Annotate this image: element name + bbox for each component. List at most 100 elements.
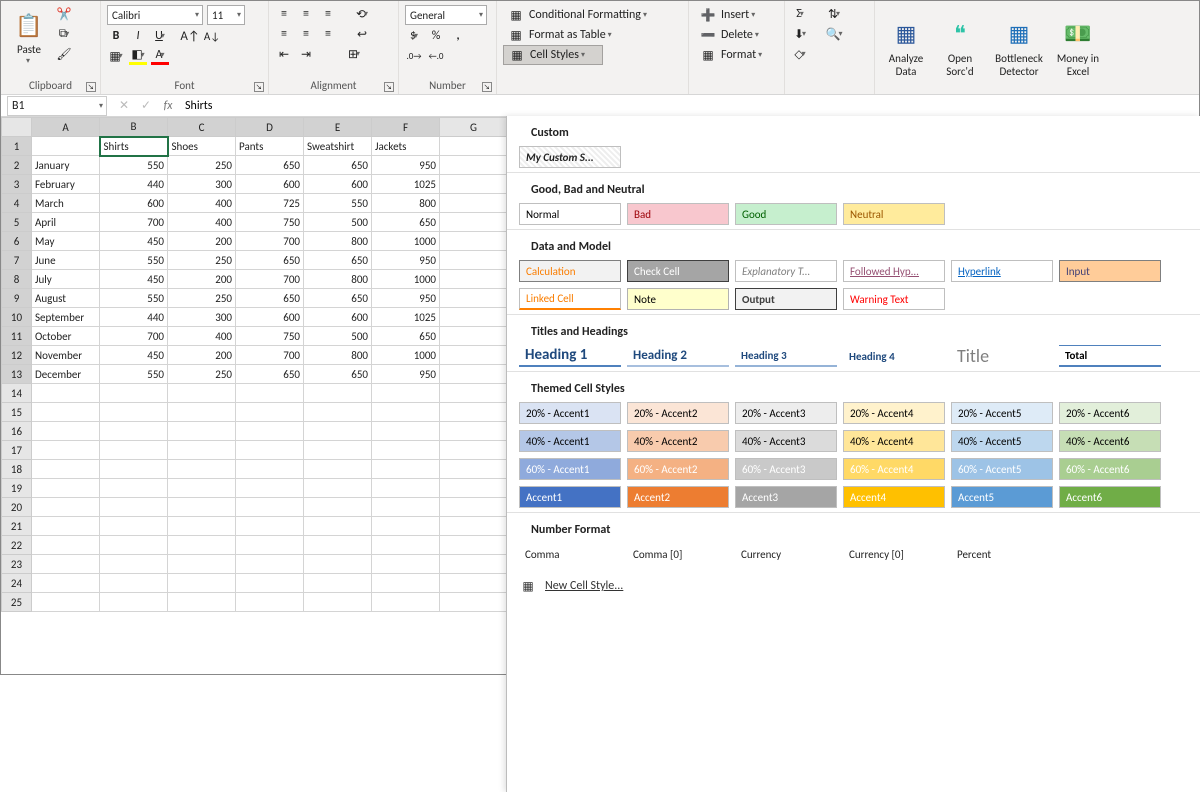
cell[interactable]: [372, 498, 440, 517]
cell[interactable]: [168, 574, 236, 593]
cell[interactable]: [32, 422, 100, 441]
cell[interactable]: 600: [100, 194, 168, 213]
col-header-D[interactable]: D: [236, 118, 304, 137]
col-header-C[interactable]: C: [168, 118, 236, 137]
style-20pct-accent1[interactable]: 20% - Accent1: [519, 402, 621, 424]
style-hyperlink[interactable]: Hyperlink: [951, 260, 1053, 282]
style-60pct-accent2[interactable]: 60% - Accent2: [627, 458, 729, 480]
cell[interactable]: 400: [168, 213, 236, 232]
cell[interactable]: 440: [100, 175, 168, 194]
cell[interactable]: 550: [100, 156, 168, 175]
cell[interactable]: [440, 270, 508, 289]
comma-format-icon[interactable]: ,: [449, 27, 467, 45]
row-header-20[interactable]: 20: [2, 498, 32, 517]
cell[interactable]: July: [32, 270, 100, 289]
style-20pct-accent4[interactable]: 20% - Accent4: [843, 402, 945, 424]
align-left-icon[interactable]: ≡: [275, 25, 293, 43]
style-total[interactable]: Total: [1059, 345, 1161, 367]
cell[interactable]: 600: [304, 308, 372, 327]
cell[interactable]: [236, 555, 304, 574]
cell[interactable]: [372, 479, 440, 498]
font-color-button[interactable]: A▾: [151, 47, 169, 65]
cell[interactable]: [304, 498, 372, 517]
cell[interactable]: [100, 479, 168, 498]
fx-icon[interactable]: fx: [157, 99, 179, 113]
cell[interactable]: August: [32, 289, 100, 308]
cell[interactable]: 300: [168, 175, 236, 194]
row-header-5[interactable]: 5: [2, 213, 32, 232]
cell[interactable]: [32, 460, 100, 479]
cell[interactable]: [372, 422, 440, 441]
cell[interactable]: [440, 517, 508, 536]
bottleneck-button[interactable]: ▦Bottleneck Detector: [989, 14, 1049, 82]
style-explanatory-t-[interactable]: Explanatory T...: [735, 260, 837, 282]
cell[interactable]: [304, 593, 372, 612]
cell[interactable]: 950: [372, 156, 440, 175]
cell[interactable]: [236, 441, 304, 460]
style-40pct-accent3[interactable]: 40% - Accent3: [735, 430, 837, 452]
cell[interactable]: Sweatshirt: [304, 137, 372, 156]
cell[interactable]: [304, 574, 372, 593]
cell[interactable]: [440, 365, 508, 384]
cell[interactable]: 1000: [372, 346, 440, 365]
style-60pct-accent3[interactable]: 60% - Accent3: [735, 458, 837, 480]
cell[interactable]: [168, 536, 236, 555]
cell[interactable]: [32, 479, 100, 498]
cell[interactable]: [440, 327, 508, 346]
cell[interactable]: Pants: [236, 137, 304, 156]
cell[interactable]: [440, 460, 508, 479]
cell[interactable]: [100, 517, 168, 536]
cell[interactable]: [372, 574, 440, 593]
cell[interactable]: 250: [168, 251, 236, 270]
style-heading-3[interactable]: Heading 3: [735, 345, 837, 367]
style-60pct-accent6[interactable]: 60% - Accent6: [1059, 458, 1161, 480]
row-header-19[interactable]: 19: [2, 479, 32, 498]
style-bad[interactable]: Bad: [627, 203, 729, 225]
cell[interactable]: [236, 479, 304, 498]
cell[interactable]: 650: [304, 156, 372, 175]
cell[interactable]: 550: [304, 194, 372, 213]
cell[interactable]: 750: [236, 327, 304, 346]
cell[interactable]: [236, 460, 304, 479]
cell[interactable]: 200: [168, 270, 236, 289]
cell[interactable]: [440, 194, 508, 213]
row-header-16[interactable]: 16: [2, 422, 32, 441]
increase-decimal-icon[interactable]: .0→: [405, 47, 423, 65]
cell[interactable]: [168, 517, 236, 536]
style-heading-1[interactable]: Heading 1: [519, 345, 621, 367]
col-header-B[interactable]: B: [100, 118, 168, 137]
row-header-22[interactable]: 22: [2, 536, 32, 555]
style-20pct-accent5[interactable]: 20% - Accent5: [951, 402, 1053, 424]
cell[interactable]: [372, 384, 440, 403]
col-header-G[interactable]: G: [440, 118, 508, 137]
cell[interactable]: [168, 479, 236, 498]
cell[interactable]: 700: [100, 327, 168, 346]
style-percent[interactable]: Percent: [951, 543, 1053, 565]
cell[interactable]: 450: [100, 232, 168, 251]
cell[interactable]: 600: [236, 308, 304, 327]
underline-button[interactable]: U▾: [151, 27, 169, 45]
row-header-6[interactable]: 6: [2, 232, 32, 251]
cell[interactable]: [304, 441, 372, 460]
style-followed-hyp-[interactable]: Followed Hyp...: [843, 260, 945, 282]
new-cell-style-link[interactable]: ▦ New Cell Style...: [507, 569, 1200, 603]
row-header-12[interactable]: 12: [2, 346, 32, 365]
clipboard-dialog-icon[interactable]: ↘: [86, 82, 96, 92]
cell[interactable]: 500: [304, 327, 372, 346]
italic-button[interactable]: I: [129, 27, 147, 45]
style-40pct-accent6[interactable]: 40% - Accent6: [1059, 430, 1161, 452]
cell[interactable]: [168, 555, 236, 574]
cell[interactable]: [168, 593, 236, 612]
style-comma-0-[interactable]: Comma [0]: [627, 543, 729, 565]
cell[interactable]: [32, 137, 100, 156]
borders-button[interactable]: ▦▾: [107, 47, 125, 65]
cell[interactable]: January: [32, 156, 100, 175]
format-cells-button[interactable]: ▦Format▾: [695, 45, 778, 65]
align-center-icon[interactable]: ≡: [297, 25, 315, 43]
cell[interactable]: [304, 536, 372, 555]
style-normal[interactable]: Normal: [519, 203, 621, 225]
row-header-11[interactable]: 11: [2, 327, 32, 346]
style-calculation[interactable]: Calculation: [519, 260, 621, 282]
style-60pct-accent1[interactable]: 60% - Accent1: [519, 458, 621, 480]
cell[interactable]: [440, 422, 508, 441]
